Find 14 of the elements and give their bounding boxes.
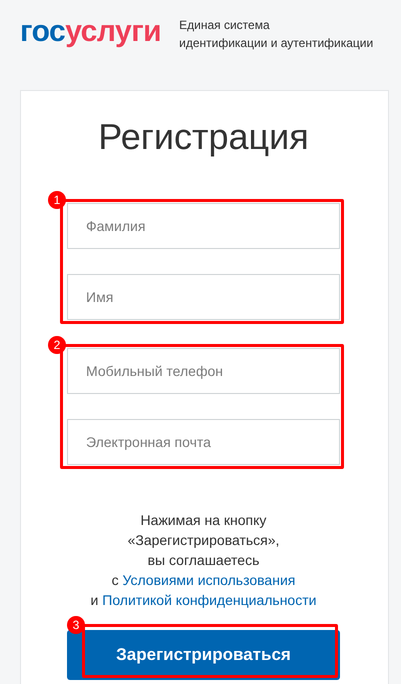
- policy-link[interactable]: Политикой конфиденциальности: [102, 592, 316, 608]
- page-title: Регистрация: [97, 115, 310, 159]
- tagline: Единая система идентификации и аутентификации: [179, 17, 374, 52]
- logo: госуслуги: [20, 16, 162, 48]
- policy-link[interactable]: Условиями использования: [122, 572, 296, 588]
- input-field[interactable]: Электронная почта: [67, 419, 340, 465]
- consent-text: Нажимая на кнопку «Зарегистрироваться», вы соглашаетесь с Условиями использования и Политикой конфиденциальности: [90, 511, 318, 610]
- step-number: 3: [67, 616, 85, 634]
- input-field[interactable]: Мобильный телефон: [67, 348, 340, 394]
- input-field[interactable]: Имя: [67, 274, 340, 320]
- step-number: 2: [48, 336, 66, 354]
- input-field[interactable]: Фамилия: [67, 203, 340, 249]
- register-button[interactable]: Зарегистрироваться: [67, 630, 340, 680]
- step-number: 1: [48, 191, 66, 209]
